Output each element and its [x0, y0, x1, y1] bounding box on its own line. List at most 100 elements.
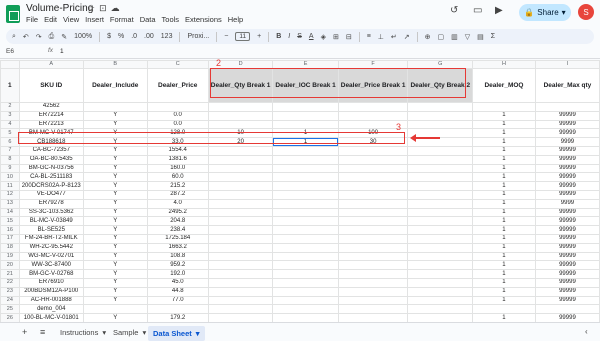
cell[interactable]: 42562 [18, 102, 84, 112]
cell[interactable] [272, 145, 339, 156]
row-number[interactable]: 23 [0, 286, 20, 297]
cell[interactable]: 99999 [534, 277, 600, 288]
column-header-b[interactable]: B [82, 60, 148, 69]
number-format-button[interactable]: 123 [161, 33, 173, 40]
cell[interactable]: ER79278 [18, 198, 84, 209]
menu-edit[interactable]: Edit [44, 15, 57, 24]
cell[interactable] [207, 102, 274, 112]
cell[interactable]: 1 [272, 137, 339, 147]
header-cell[interactable]: Dealer_Qty Break 1 [207, 68, 274, 103]
cell[interactable] [337, 145, 409, 156]
cell[interactable] [337, 286, 409, 297]
row-number[interactable]: 18 [0, 242, 20, 253]
cell[interactable] [272, 295, 339, 306]
font-size-decrease-button[interactable]: − [224, 33, 228, 40]
cell[interactable] [207, 154, 274, 165]
cell[interactable]: 99999 [534, 119, 600, 130]
cell[interactable] [82, 304, 148, 315]
cell[interactable] [146, 102, 209, 112]
menu-extensions[interactable]: Extensions [185, 15, 222, 24]
cell[interactable] [272, 216, 339, 227]
cell[interactable]: 1 [472, 172, 536, 183]
cell[interactable]: 99999 [534, 313, 600, 322]
cell[interactable]: BM-GC-V-02768 [18, 269, 84, 279]
cell[interactable]: OA-BC-80.5435 [18, 154, 84, 165]
cell[interactable]: 1 [472, 119, 536, 130]
cell[interactable] [337, 295, 409, 306]
cell[interactable]: Y [82, 251, 148, 262]
cell[interactable]: 160.0 [146, 163, 209, 174]
cell[interactable]: Y [82, 110, 148, 121]
cell[interactable] [472, 304, 536, 315]
cell[interactable] [337, 216, 409, 227]
cell[interactable]: 60.0 [146, 172, 209, 183]
cell[interactable]: 99999 [534, 269, 600, 279]
cell[interactable] [207, 286, 274, 297]
sheet-grid[interactable]: A B C D E F G H I 1 SKU ID Dealer_Include Dealer_Pri… [0, 60, 600, 322]
row-number[interactable]: 6 [0, 137, 20, 147]
cell[interactable]: BM-GC-N-03756 [18, 163, 84, 174]
cell[interactable]: Y [82, 286, 148, 297]
cell[interactable]: ER72214 [18, 110, 84, 121]
row-number[interactable]: 8 [0, 154, 20, 165]
cell[interactable]: Y [82, 225, 148, 235]
header-cell[interactable]: Dealer_MOQ [472, 68, 536, 103]
cell[interactable]: 99999 [534, 207, 600, 218]
cell[interactable]: Y [82, 277, 148, 288]
cell[interactable]: Y [82, 233, 148, 244]
tab-data-sheet[interactable]: Data Sheet ▾ [148, 326, 205, 341]
cell[interactable]: 99999 [534, 260, 600, 271]
cell[interactable]: 99999 [534, 225, 600, 235]
cell[interactable] [337, 251, 409, 262]
cell[interactable]: BM-MC-V-01747 [18, 128, 84, 139]
row-number[interactable]: 17 [0, 233, 20, 244]
cell[interactable] [407, 277, 474, 288]
print-icon[interactable]: ⎙ [49, 33, 55, 41]
cell[interactable] [207, 269, 274, 279]
cell[interactable] [272, 154, 339, 165]
row-number[interactable]: 12 [0, 189, 20, 200]
cell[interactable] [272, 233, 339, 244]
valign-icon[interactable]: ⊥ [378, 33, 384, 41]
cell[interactable] [337, 181, 409, 191]
undo-icon[interactable]: ↶ [23, 33, 29, 41]
cell[interactable] [272, 225, 339, 235]
cell[interactable]: VE-DO477 [18, 189, 84, 200]
cell[interactable] [407, 119, 474, 130]
cell[interactable] [407, 198, 474, 209]
name-box[interactable]: E6 [6, 48, 14, 55]
cell[interactable] [337, 198, 409, 209]
cell[interactable] [272, 110, 339, 121]
cell[interactable] [407, 207, 474, 218]
cell[interactable]: 99999 [534, 286, 600, 297]
cell[interactable]: Y [82, 119, 148, 130]
cell[interactable]: Y [82, 145, 148, 156]
move-folder-icon[interactable]: ⊡ [99, 3, 111, 13]
cell[interactable]: SS-3C-103.5362 [18, 207, 84, 218]
cell[interactable] [207, 207, 274, 218]
redo-icon[interactable]: ↷ [36, 33, 42, 41]
menu-file[interactable]: File [26, 15, 38, 24]
cell[interactable] [407, 242, 474, 253]
cell[interactable]: 44.8 [146, 286, 209, 297]
cell[interactable]: 128.0 [146, 128, 209, 139]
cell[interactable] [207, 145, 274, 156]
cell[interactable]: 1 [472, 128, 536, 139]
cell[interactable]: 99999 [534, 295, 600, 306]
cell[interactable]: 1 [472, 277, 536, 288]
share-button[interactable]: 🔒 Share ▾ [519, 4, 571, 21]
history-icon[interactable]: ↺ [450, 5, 458, 16]
row-number[interactable]: 4 [0, 119, 20, 130]
cell[interactable] [337, 233, 409, 244]
cell[interactable] [407, 233, 474, 244]
cell[interactable] [207, 172, 274, 183]
filter-icon[interactable]: ▽ [465, 33, 470, 41]
menu-help[interactable]: Help [228, 15, 243, 24]
row-number[interactable]: 1 [0, 68, 20, 103]
font-select[interactable]: Proxi... [187, 33, 209, 40]
menu-view[interactable]: View [63, 15, 79, 24]
currency-format-button[interactable]: $ [107, 33, 111, 40]
cell[interactable]: ER72213 [18, 119, 84, 130]
cell[interactable]: 1 [472, 216, 536, 227]
cell[interactable] [407, 172, 474, 183]
